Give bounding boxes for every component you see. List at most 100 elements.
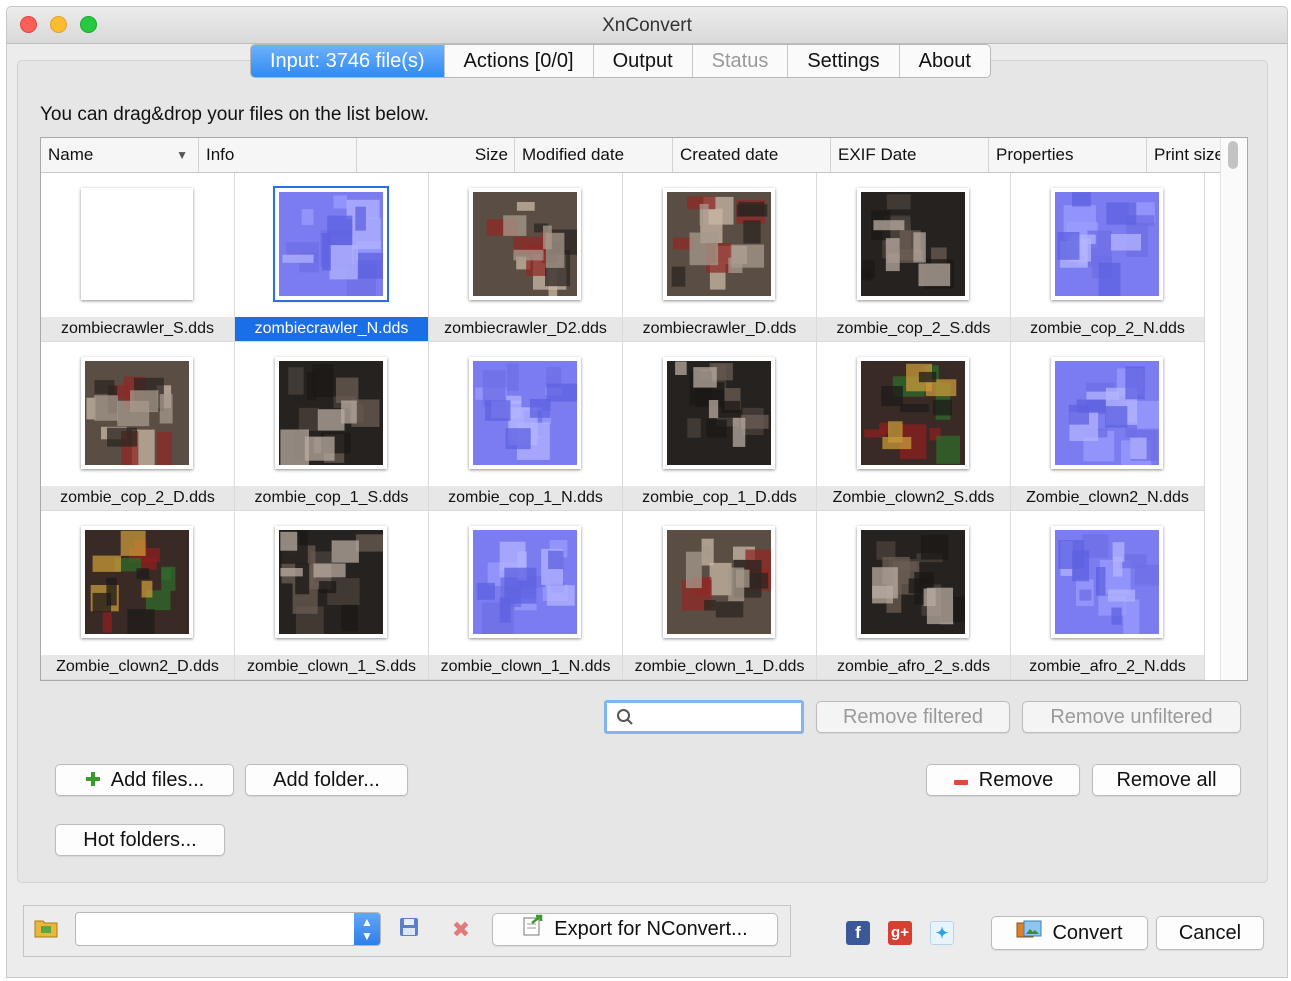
thumbnail-image: [667, 530, 771, 634]
file-thumbnail-cell[interactable]: zombie_cop_2_D.dds: [41, 342, 235, 511]
thumbnail-frame: [275, 357, 387, 469]
file-name-label: zombie_cop_2_N.dds: [1011, 317, 1204, 341]
file-name-label: zombie_clown_1_D.dds: [623, 655, 816, 679]
filter-search-field[interactable]: [604, 700, 804, 734]
file-name-label: Zombie_clown2_S.dds: [817, 486, 1010, 510]
file-name-label: zombiecrawler_N.dds: [235, 317, 428, 341]
facebook-icon[interactable]: f: [846, 921, 870, 945]
twitter-icon[interactable]: ✦: [930, 921, 954, 945]
thumbnail-image: [667, 192, 771, 296]
file-thumbnail-cell[interactable]: zombiecrawler_S.dds: [41, 173, 235, 342]
file-name-label: zombiecrawler_D.dds: [623, 317, 816, 341]
open-preset-folder-icon[interactable]: [33, 917, 59, 945]
remove-all-button[interactable]: Remove all: [1092, 764, 1241, 796]
filter-search-input[interactable]: [641, 705, 795, 731]
add-files-label: Add files...: [110, 769, 205, 791]
thumbnail-frame: [275, 188, 387, 300]
file-thumbnail-cell[interactable]: zombie_afro_2_N.dds: [1011, 511, 1205, 680]
title-bar: XnConvert: [7, 7, 1287, 44]
save-preset-icon[interactable]: [396, 917, 422, 943]
thumbnail-image: [473, 192, 577, 296]
tab-actions[interactable]: Actions [0/0]: [445, 45, 594, 77]
file-thumbnail-cell[interactable]: zombie_clown_1_S.dds: [235, 511, 429, 680]
thumbnail-image: [279, 361, 383, 465]
file-thumbnail-cell[interactable]: Zombie_clown2_N.dds: [1011, 342, 1205, 511]
plus-icon: [85, 766, 101, 796]
file-thumbnail-cell[interactable]: zombie_afro_2_s.dds: [817, 511, 1011, 680]
convert-button[interactable]: Convert: [991, 916, 1148, 950]
thumbnail-frame: [275, 526, 387, 638]
thumbnail-frame: [1051, 357, 1163, 469]
file-thumbnail-cell[interactable]: zombie_cop_1_N.dds: [429, 342, 623, 511]
file-list-header: Name ▼ Info Size Modified date Created d…: [41, 138, 1224, 173]
scrollbar-thumb[interactable]: [1228, 141, 1238, 169]
sort-down-icon: ▼: [176, 148, 188, 162]
thumbnail-image: [1055, 192, 1159, 296]
column-created-date[interactable]: Created date: [673, 138, 831, 172]
column-size[interactable]: Size: [357, 138, 515, 172]
tab-settings[interactable]: Settings: [788, 45, 900, 77]
file-thumbnail-cell[interactable]: Zombie_clown2_S.dds: [817, 342, 1011, 511]
convert-label: Convert: [1052, 922, 1123, 944]
thumbnail-frame: [1051, 526, 1163, 638]
column-exif-date[interactable]: EXIF Date: [831, 138, 989, 172]
remove-unfiltered-button[interactable]: Remove unfiltered: [1022, 701, 1241, 733]
thumbnail-frame: [857, 188, 969, 300]
thumbnail-image: [473, 530, 577, 634]
file-thumbnail-cell[interactable]: zombie_cop_2_N.dds: [1011, 173, 1205, 342]
column-name[interactable]: Name ▼: [41, 138, 199, 172]
file-thumbnail-cell[interactable]: zombie_cop_1_D.dds: [623, 342, 817, 511]
file-name-label: zombie_afro_2_N.dds: [1011, 655, 1204, 679]
export-nconvert-label: Export for NConvert...: [554, 918, 748, 940]
file-thumbnail-cell[interactable]: zombiecrawler_N.dds: [235, 173, 429, 342]
tab-input[interactable]: Input: 3746 file(s): [251, 45, 445, 77]
file-thumbnail-cell[interactable]: zombie_cop_2_S.dds: [817, 173, 1011, 342]
thumbnail-frame: [81, 526, 193, 638]
file-name-label: zombie_cop_2_S.dds: [817, 317, 1010, 341]
thumbnail-frame: [857, 357, 969, 469]
file-name-label: zombiecrawler_S.dds: [41, 317, 234, 341]
main-tabs: Input: 3746 file(s) Actions [0/0] Output…: [250, 44, 991, 78]
export-nconvert-button[interactable]: Export for NConvert...: [492, 913, 778, 946]
file-thumbnail-cell[interactable]: zombie_clown_1_N.dds: [429, 511, 623, 680]
remove-filtered-button[interactable]: Remove filtered: [816, 701, 1010, 733]
remove-button[interactable]: Remove: [926, 764, 1080, 796]
add-files-button[interactable]: Add files...: [55, 764, 234, 796]
add-folder-button[interactable]: Add folder...: [245, 764, 408, 796]
file-name-label: zombie_afro_2_s.dds: [817, 655, 1010, 679]
tab-output[interactable]: Output: [594, 45, 693, 77]
thumbnail-image: [279, 192, 383, 296]
remove-label: Remove: [978, 769, 1054, 791]
file-name-label: zombie_cop_2_D.dds: [41, 486, 234, 510]
delete-preset-icon[interactable]: ✖: [448, 917, 474, 943]
file-list[interactable]: Name ▼ Info Size Modified date Created d…: [40, 137, 1248, 681]
column-print-size[interactable]: Print size: [1147, 138, 1227, 172]
thumbnail-grid: zombiecrawler_S.dds zombiecrawler_N.dds zo…: [41, 173, 1206, 680]
chevron-updown-icon[interactable]: ▲ ▼: [354, 913, 380, 945]
thumbnail-frame: [81, 188, 193, 300]
file-name-label: zombie_cop_1_S.dds: [235, 486, 428, 510]
thumbnail-image: [861, 192, 965, 296]
column-properties[interactable]: Properties: [989, 138, 1147, 172]
cancel-button[interactable]: Cancel: [1156, 916, 1264, 950]
tab-about[interactable]: About: [900, 45, 990, 77]
file-thumbnail-cell[interactable]: zombie_clown_1_D.dds: [623, 511, 817, 680]
file-thumbnail-cell[interactable]: Zombie_clown2_D.dds: [41, 511, 235, 680]
column-info[interactable]: Info: [199, 138, 357, 172]
google-plus-icon[interactable]: g+: [888, 921, 912, 945]
thumbnail-image: [85, 361, 189, 465]
column-modified-date[interactable]: Modified date: [515, 138, 673, 172]
file-thumbnail-cell[interactable]: zombie_cop_1_S.dds: [235, 342, 429, 511]
hot-folders-button[interactable]: Hot folders...: [55, 824, 225, 856]
file-thumbnail-cell[interactable]: zombiecrawler_D.dds: [623, 173, 817, 342]
file-thumbnail-cell[interactable]: zombiecrawler_D2.dds: [429, 173, 623, 342]
thumbnail-frame: [857, 526, 969, 638]
tab-status[interactable]: Status: [693, 45, 789, 77]
preset-select[interactable]: ▲ ▼: [75, 912, 381, 946]
thumbnail-frame: [663, 188, 775, 300]
file-name-label: zombie_cop_1_D.dds: [623, 486, 816, 510]
thumbnail-image: [473, 361, 577, 465]
file-list-scrollbar[interactable]: [1220, 138, 1247, 680]
thumbnail-image: [1055, 361, 1159, 465]
thumbnail-frame: [663, 357, 775, 469]
